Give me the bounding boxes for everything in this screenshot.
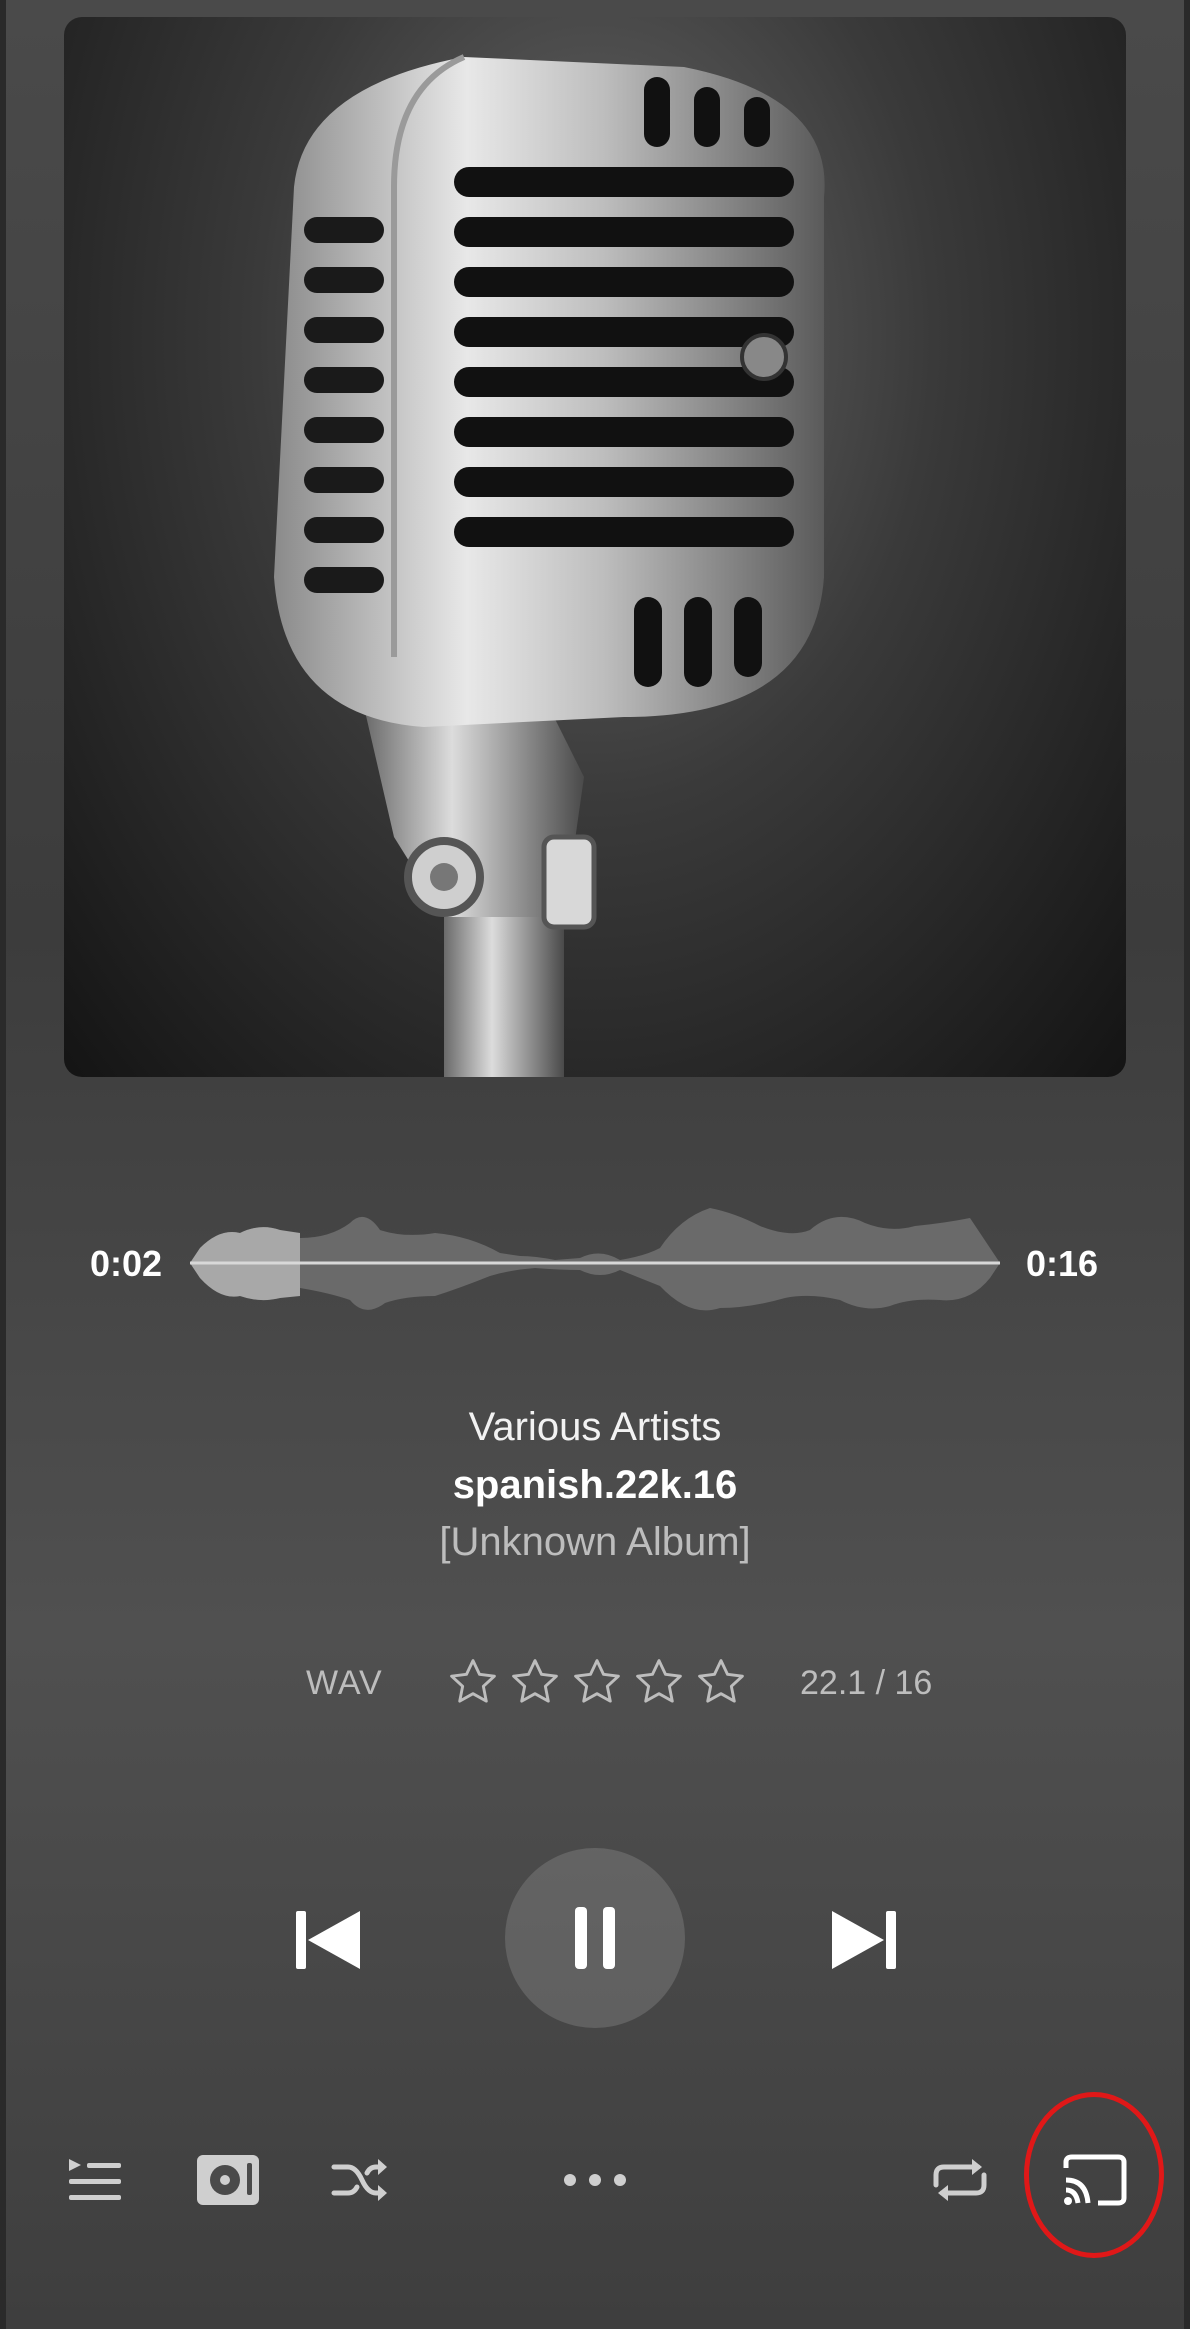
star-icon[interactable] [570, 1655, 624, 1709]
repeat-button[interactable] [920, 2145, 1000, 2215]
skip-next-icon [832, 1911, 896, 1969]
queue-button[interactable] [55, 2145, 135, 2215]
shuffle-button[interactable] [320, 2145, 400, 2215]
waveform-scrubber[interactable] [190, 1208, 1000, 1318]
elapsed-time: 0:02 [90, 1243, 163, 1284]
pause-icon [575, 1907, 615, 1969]
screen-edge-right [1184, 0, 1190, 2329]
more-options-button[interactable] [555, 2145, 635, 2215]
cast-highlight-ring [1024, 2092, 1164, 2258]
next-track-button[interactable] [826, 1905, 902, 1975]
more-horizontal-icon [564, 2174, 626, 2186]
screen-edge-left [0, 0, 6, 2329]
repeat-icon [933, 2159, 987, 2201]
queue-list-icon [69, 2159, 121, 2200]
track-album[interactable]: [Unknown Album] [0, 1520, 1190, 1565]
track-artist[interactable]: Various Artists [0, 1405, 1190, 1450]
file-format: WAV [306, 1664, 383, 1702]
star-icon[interactable] [446, 1655, 500, 1709]
output-device-button[interactable] [188, 2145, 268, 2215]
star-rating[interactable] [446, 1655, 748, 1709]
star-icon[interactable] [508, 1655, 562, 1709]
waveform-remaining [190, 1208, 1000, 1311]
total-duration: 0:16 [1025, 1243, 1098, 1284]
star-icon[interactable] [632, 1655, 686, 1709]
previous-track-button[interactable] [290, 1905, 366, 1975]
pause-button[interactable] [505, 1848, 685, 2028]
star-icon[interactable] [694, 1655, 748, 1709]
sample-rate-bit-depth: 22.1 / 16 [800, 1664, 933, 1702]
microphone-artwork-image [274, 54, 825, 1077]
shuffle-icon [331, 2159, 387, 2201]
skip-previous-icon [296, 1911, 360, 1969]
album-artwork [64, 17, 1126, 1077]
track-title: spanish.22k.16 [452, 1463, 738, 1507]
output-device-icon [197, 2155, 259, 2205]
